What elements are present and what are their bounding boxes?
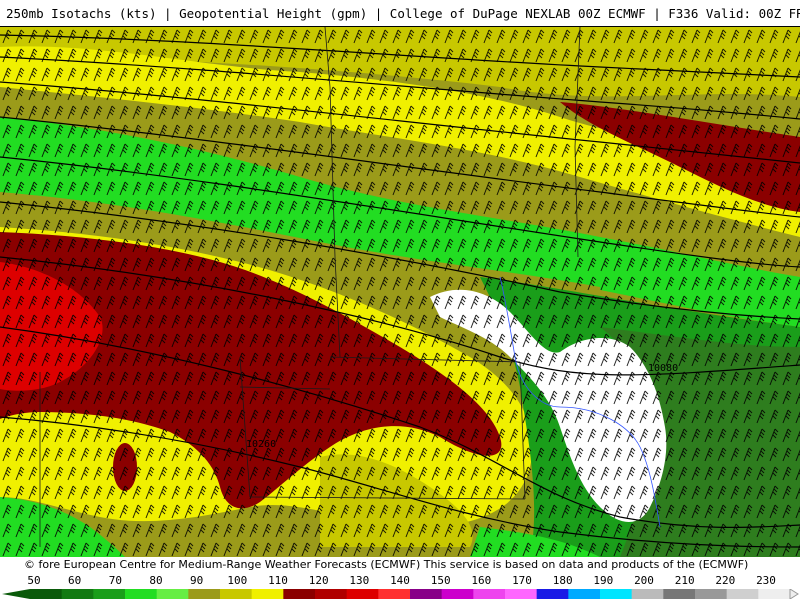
legend-swatch xyxy=(695,589,728,599)
legend-label: 140 xyxy=(390,574,410,587)
legend-swatch xyxy=(315,589,348,599)
legend-swatch xyxy=(473,589,506,599)
legend-label: 230 xyxy=(756,574,776,587)
legend-swatch xyxy=(346,589,379,599)
wind-barbs xyxy=(0,27,800,557)
legend-swatch xyxy=(410,589,443,599)
legend-swatch xyxy=(378,589,411,599)
legend-label: 110 xyxy=(268,574,288,587)
legend-swatch xyxy=(125,589,158,599)
legend-swatch xyxy=(441,589,474,599)
legend-arrow-right xyxy=(789,589,799,599)
contour-label-10260: 10260 xyxy=(246,439,276,450)
legend-swatch xyxy=(93,589,126,599)
legend-swatch xyxy=(251,589,284,599)
contour-label-10080: 10080 xyxy=(648,363,678,374)
legend-label: 120 xyxy=(308,574,329,587)
legend-swatch xyxy=(758,589,791,599)
legend-swatch xyxy=(156,589,189,599)
credit-text: © fore European Centre for Medium-Range … xyxy=(24,558,749,571)
legend-swatch xyxy=(188,589,221,599)
chart-title-text: 250mb Isotachs (kts) | Geopotential Heig… xyxy=(6,5,800,21)
legend-swatch xyxy=(568,589,601,599)
legend-label: 160 xyxy=(471,574,492,587)
legend-label: 150 xyxy=(430,574,451,587)
legend-arrow-left xyxy=(2,589,30,599)
legend-label: 210 xyxy=(674,574,695,587)
legend-label: 220 xyxy=(715,574,736,587)
legend-colorbar xyxy=(2,589,799,599)
legend-label: 50 xyxy=(27,574,41,587)
weather-map: 10260 10080 xyxy=(0,27,800,557)
legend-label: 100 xyxy=(227,574,248,587)
legend-swatch xyxy=(505,589,538,599)
legend-label: 90 xyxy=(190,574,204,587)
color-legend: 50 60 70 80 90 100 110 120 130 140 150 160 170 180 190… xyxy=(0,572,800,600)
legend-label: 80 xyxy=(149,574,163,587)
legend-swatch xyxy=(631,589,664,599)
legend-label: 170 xyxy=(512,574,532,587)
data-credit: © fore European Centre for Medium-Range … xyxy=(24,557,800,572)
legend-label: 70 xyxy=(108,574,122,587)
legend-label: 130 xyxy=(349,574,370,587)
legend-swatch xyxy=(283,589,316,599)
legend-label: 200 xyxy=(634,574,654,587)
legend-swatch xyxy=(663,589,696,599)
legend-swatch xyxy=(220,589,253,599)
legend-swatch xyxy=(600,589,633,599)
legend-label: 180 xyxy=(552,574,573,587)
chart-title: 250mb Isotachs (kts) | Geopotential Heig… xyxy=(0,0,800,27)
legend-swatch xyxy=(536,589,569,599)
legend-swatch xyxy=(30,589,63,599)
legend-swatch xyxy=(61,589,94,599)
legend-label: 190 xyxy=(593,574,614,587)
legend-swatch xyxy=(726,589,759,599)
legend-label: 60 xyxy=(68,574,82,587)
